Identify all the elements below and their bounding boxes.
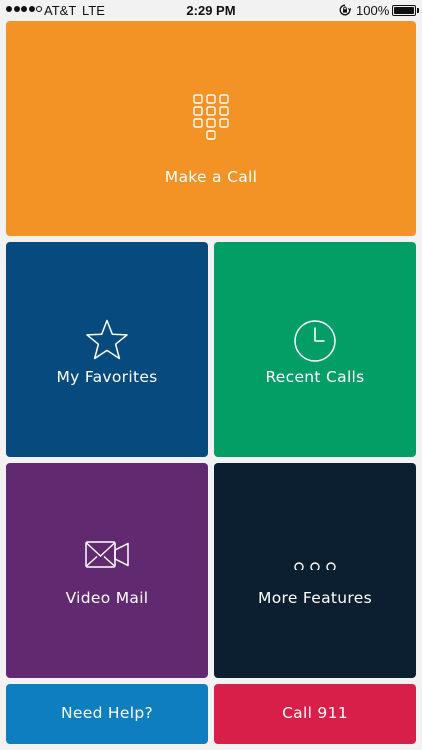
call-911-button[interactable]: Call 911 (214, 684, 416, 744)
call-911-label: Call 911 (282, 704, 348, 722)
more-features-label: More Features (258, 589, 372, 607)
recent-calls-label: Recent Calls (265, 368, 365, 386)
status-bar: AT&T LTE 2:29 PM 100% (0, 0, 422, 21)
video-camera-icon (85, 541, 129, 568)
more-dots-icon (294, 562, 336, 570)
need-help-label: Need Help? (61, 704, 153, 722)
video-mail-label: Video Mail (65, 589, 149, 607)
star-icon (86, 319, 128, 360)
more-features-button[interactable]: More Features (214, 463, 416, 678)
my-favorites-button[interactable]: My Favorites (6, 242, 208, 457)
keypad-icon (193, 94, 229, 140)
need-help-button[interactable]: Need Help? (6, 684, 208, 744)
battery-icon (392, 5, 416, 16)
recent-calls-button[interactable]: Recent Calls (214, 242, 416, 457)
home-screen: AT&T LTE 2:29 PM 100% Make a Call My Fav… (0, 0, 422, 750)
make-call-button[interactable]: Make a Call (6, 21, 416, 236)
clock-icon (294, 320, 336, 362)
video-mail-button[interactable]: Video Mail (6, 463, 208, 678)
make-call-label: Make a Call (164, 168, 258, 186)
battery-percentage: 100% (356, 3, 390, 18)
rotation-lock-icon (339, 4, 351, 16)
my-favorites-label: My Favorites (56, 368, 158, 386)
